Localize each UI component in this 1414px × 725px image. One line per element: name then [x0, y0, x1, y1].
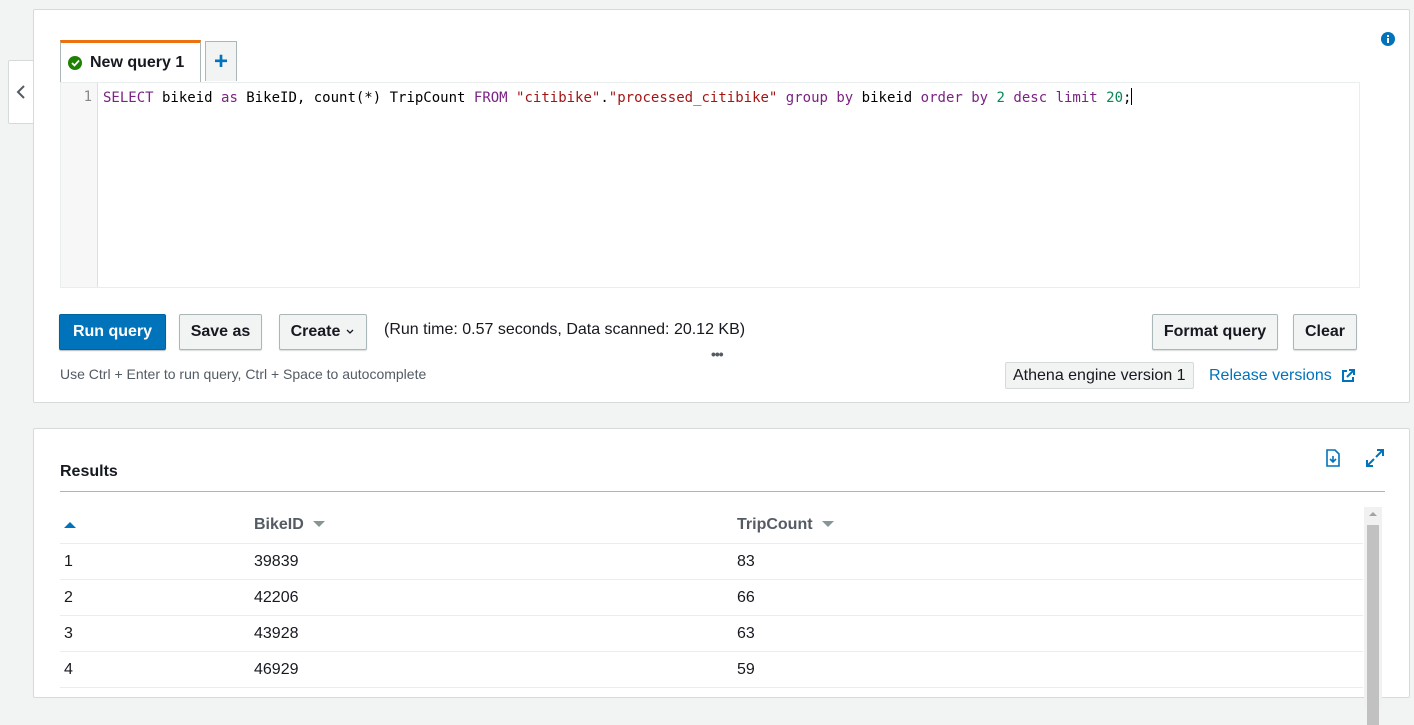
line-numbers: 1 [61, 83, 98, 287]
row-index: 3 [60, 615, 254, 652]
code-token: 20 [1106, 90, 1124, 106]
code-token: bikeid [853, 90, 921, 106]
tripcount-cell: 63 [737, 615, 1363, 652]
tab-label: New query 1 [90, 53, 185, 71]
sort-up-icon [64, 522, 76, 528]
scrollbar-thumb[interactable] [1367, 525, 1379, 725]
code-token: as [221, 90, 238, 106]
add-tab-button[interactable]: + [205, 41, 237, 81]
scroll-up-icon[interactable] [1369, 511, 1377, 517]
text-cursor [1131, 88, 1133, 105]
collapse-sidebar-button[interactable] [8, 60, 33, 124]
tripcount-cell: 83 [737, 543, 1363, 580]
code-token: ; [1123, 90, 1132, 106]
results-title: Results [60, 463, 118, 480]
bikeid-column-header[interactable]: BikeID [254, 507, 737, 544]
table-row: 4 46929 59 [60, 651, 1363, 688]
download-icon[interactable] [1325, 449, 1341, 472]
code-token: "processed_citibike" [608, 90, 778, 106]
run-query-button[interactable]: Run query [59, 314, 166, 350]
results-panel: Results BikeID TripCount 1 39839 83 2 42… [33, 428, 1410, 725]
results-table: BikeID TripCount 1 39839 83 2 42206 66 3… [60, 507, 1363, 688]
tripcount-cell: 59 [737, 651, 1363, 688]
line-number: 1 [83, 89, 92, 105]
sort-down-icon [313, 521, 326, 527]
tripcount-cell: 66 [737, 579, 1363, 616]
release-versions-label: Release versions [1209, 367, 1332, 384]
code-line[interactable]: SELECT bikeid as BikeID, count(*) TripCo… [103, 88, 1133, 107]
table-header-row: BikeID TripCount [60, 507, 1363, 544]
row-index: 1 [60, 543, 254, 580]
table-row: 3 43928 63 [60, 615, 1363, 652]
column-label: TripCount [737, 516, 813, 533]
code-token: order by [920, 90, 989, 106]
results-scrollbar[interactable] [1364, 507, 1382, 725]
index-column-header[interactable] [60, 507, 254, 544]
bikeid-cell: 46929 [254, 651, 737, 688]
create-dropdown-button[interactable]: Create [279, 314, 367, 350]
sql-editor[interactable]: 1 SELECT bikeid as BikeID, count(*) Trip… [60, 82, 1360, 288]
code-token: SELECT [103, 90, 154, 106]
format-query-button[interactable]: Format query [1152, 314, 1278, 350]
keyboard-hint: Use Ctrl + Enter to run query, Ctrl + Sp… [60, 366, 427, 382]
clear-button[interactable]: Clear [1293, 314, 1357, 350]
code-token: group by [785, 90, 854, 106]
code-token: bikeid [153, 90, 222, 106]
query-editor-panel: New query 1 + 1 SELECT bikeid as BikeID,… [33, 9, 1410, 403]
bikeid-cell: 39839 [254, 543, 737, 580]
tripcount-column-header[interactable]: TripCount [737, 507, 1363, 544]
code-token: limit [1055, 90, 1098, 106]
chevron-left-icon [16, 85, 25, 99]
code-token: . [600, 90, 609, 106]
code-token: 2 [996, 90, 1005, 106]
table-row: 1 39839 83 [60, 543, 1363, 580]
table-row: 2 42206 66 [60, 579, 1363, 616]
save-as-button[interactable]: Save as [179, 314, 262, 350]
code-token: "citibike" [516, 90, 601, 106]
row-index: 4 [60, 651, 254, 688]
create-label: Create [290, 323, 341, 340]
run-stats: (Run time: 0.57 seconds, Data scanned: 2… [384, 321, 746, 338]
expand-icon[interactable] [1366, 449, 1384, 472]
info-icon[interactable] [1381, 32, 1395, 51]
results-divider [60, 491, 1385, 492]
chevron-down-icon [346, 329, 354, 334]
tab-new-query-1[interactable]: New query 1 [60, 40, 201, 82]
bikeid-cell: 43928 [254, 615, 737, 652]
code-token: BikeID, count(*) TripCount [237, 90, 474, 106]
code-token: desc [1013, 90, 1048, 106]
column-label: BikeID [254, 516, 304, 533]
release-versions-link[interactable]: Release versions [1209, 367, 1356, 385]
resize-handle[interactable]: ••• [711, 346, 724, 362]
code-token: FROM [473, 90, 508, 106]
row-index: 2 [60, 579, 254, 616]
bikeid-cell: 42206 [254, 579, 737, 616]
check-circle-icon [68, 55, 82, 70]
external-link-icon [1341, 369, 1355, 382]
engine-version-badge: Athena engine version 1 [1005, 362, 1194, 389]
sort-down-icon [822, 521, 834, 527]
